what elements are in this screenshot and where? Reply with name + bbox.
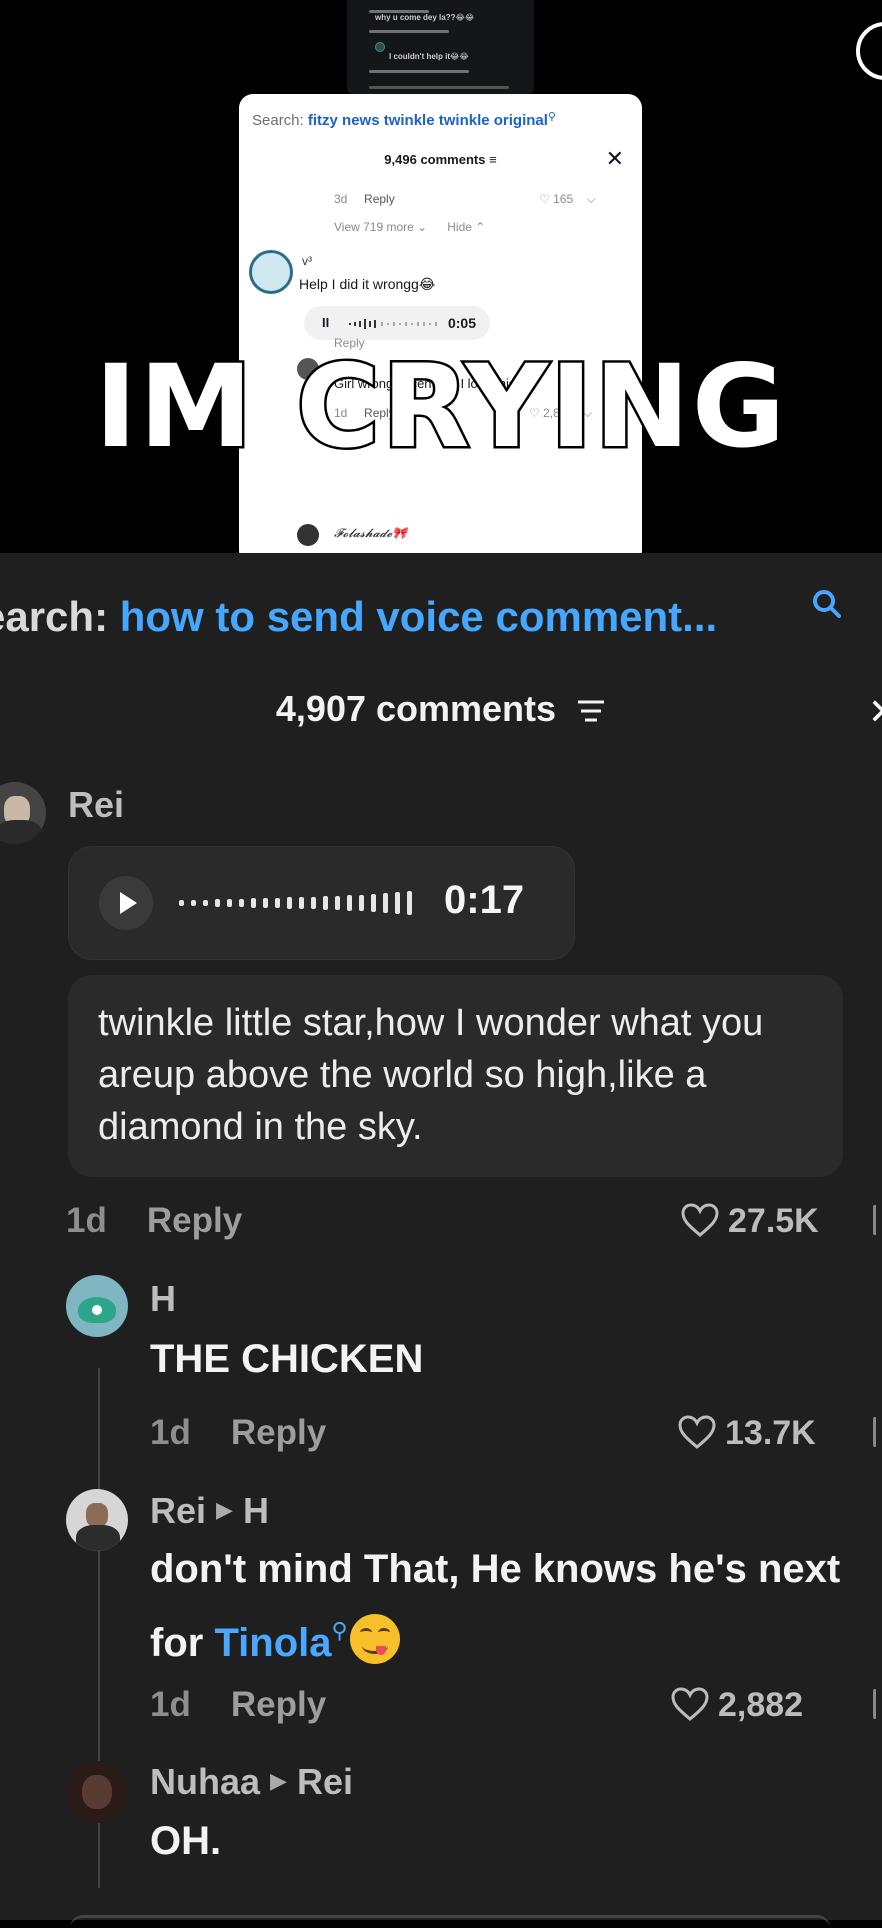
comment-username[interactable]: Rei ▶ H <box>150 1490 269 1532</box>
avatar[interactable] <box>66 1489 128 1551</box>
comment-meta: 1d Reply <box>150 1685 326 1725</box>
video-player[interactable]: why u come dey la??😂😂 I couldn't help it… <box>0 0 882 553</box>
heart-icon <box>671 1687 709 1721</box>
mini-comment-text-1: why u come dey la??😂😂 <box>375 13 475 22</box>
yum-emoji-icon <box>349 1614 400 1664</box>
comment-text: don't mind That, He knows he's next for … <box>150 1547 841 1665</box>
comment-count: 4,907 comments <box>0 688 882 730</box>
embedded-search-bar: Search: fitzy news twinkle twinkle origi… <box>252 111 556 129</box>
comment-username[interactable]: Nuhaa ▶ Rei <box>150 1761 353 1803</box>
transcript-text: twinkle little star,how I wonder what yo… <box>98 1002 764 1148</box>
comment-age: 1d <box>150 1413 191 1452</box>
search-link[interactable]: Tinola <box>214 1621 331 1665</box>
voice-comment-player[interactable]: 0:17 <box>68 846 575 960</box>
embedded-comment-count: 9,496 comments ≡ <box>384 152 497 167</box>
dislike-icon[interactable] <box>873 1689 882 1719</box>
embedded-voice-pill: II 0:05 <box>304 306 490 340</box>
embedded-waveform <box>349 319 437 329</box>
play-icon <box>120 892 137 914</box>
waveform <box>179 891 412 915</box>
comment-age: 1d <box>66 1201 107 1240</box>
heart-icon <box>681 1203 719 1237</box>
comment-text: THE CHICKEN <box>150 1337 424 1381</box>
dislike-icon[interactable] <box>873 1417 882 1447</box>
like-button[interactable]: 27.5K <box>680 1202 819 1241</box>
comment-meta: 1d Reply <box>66 1201 242 1241</box>
close-icon[interactable]: ✕ <box>868 691 882 733</box>
comment-meta: 1d Reply <box>150 1413 326 1453</box>
voice-duration: 0:17 <box>444 878 525 922</box>
embedded-view-more: View 719 more ⌄ Hide ⌃ <box>334 220 486 234</box>
reply-arrow-icon: ▶ <box>270 1768 287 1793</box>
dislike-icon[interactable] <box>873 1205 882 1235</box>
avatar[interactable] <box>0 782 46 844</box>
profile-circle-icon[interactable] <box>856 22 882 80</box>
mini-comment-text-2: I couldn't help it😂😂 <box>389 52 469 61</box>
filter-icon[interactable] <box>576 699 606 723</box>
heart-icon <box>678 1415 716 1449</box>
embedded-comment-screenshot: Search: fitzy news twinkle twinkle origi… <box>239 94 642 553</box>
comment-username[interactable]: Rei <box>68 784 124 826</box>
reply-button[interactable]: Reply <box>147 1201 242 1240</box>
like-button[interactable]: 13.7K <box>677 1414 816 1453</box>
embedded-row1-meta: 3d Reply <box>334 192 395 206</box>
avatar[interactable] <box>66 1275 128 1337</box>
embedded-row1-likes: ♡ 165 ⌵ <box>539 192 596 206</box>
comment-text: OH. <box>150 1819 222 1863</box>
search-link-icon: ⚲ <box>331 1618 348 1643</box>
embedded-voice-text: Help I did it wrongg😂 <box>299 276 436 292</box>
comments-panel: earch: how to send voice comment... 4,90… <box>0 553 882 1920</box>
mini-comment-screenshot: why u come dey la??😂😂 I couldn't help it… <box>347 0 534 94</box>
reply-arrow-icon: ▶ <box>216 1497 233 1522</box>
reply-button[interactable]: Reply <box>231 1413 326 1452</box>
embedded-row3-name: 𝓕𝓸𝓵𝓪𝓼𝓱𝓪𝓭𝓮🎀 <box>334 526 407 540</box>
video-overlay-text: IM CRYING <box>92 338 788 476</box>
avatar[interactable] <box>66 1761 128 1823</box>
embedded-avatar-3 <box>297 524 319 546</box>
search-suggestion[interactable]: earch: how to send voice comment... <box>0 593 717 641</box>
voice-transcript: twinkle little star,how I wonder what yo… <box>68 975 843 1177</box>
reply-button[interactable]: Reply <box>231 1685 326 1724</box>
embedded-close-icon: ✕ <box>605 146 624 171</box>
like-button[interactable]: 2,882 <box>670 1686 803 1725</box>
embedded-voice-username: v³ <box>302 254 312 268</box>
embedded-avatar <box>249 250 293 294</box>
comment-username[interactable]: H <box>150 1278 176 1320</box>
play-button[interactable] <box>99 876 153 930</box>
comment-age: 1d <box>150 1685 191 1724</box>
search-icon[interactable] <box>812 589 842 619</box>
comment-input-bar-edge[interactable] <box>70 1915 830 1928</box>
